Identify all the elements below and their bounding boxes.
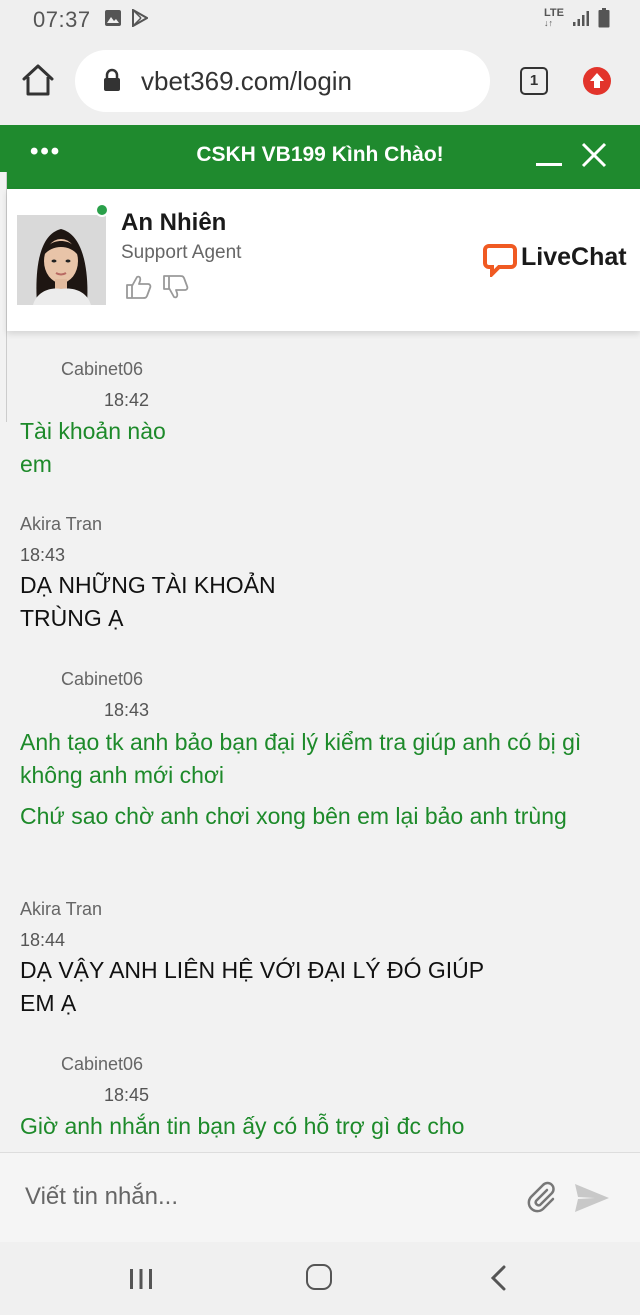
agent-card: An Nhiên Support Agent LiveChat	[7, 189, 640, 331]
message-author: Cabinet06	[61, 359, 144, 379]
message-text: Chứ sao chờ anh chơi xong bên em lại bảo…	[20, 803, 567, 829]
tab-switcher-button[interactable]: 1	[520, 67, 548, 95]
status-time: 07:37	[33, 7, 91, 32]
home-icon[interactable]	[20, 62, 56, 98]
message-time: 18:42	[104, 390, 150, 410]
message-author: Akira Tran	[20, 514, 103, 534]
close-icon[interactable]	[580, 141, 608, 169]
system-nav-bar	[0, 1242, 640, 1315]
image-icon	[105, 10, 121, 26]
livechat-brand: LiveChat	[521, 243, 627, 271]
url-text: vbet369.com/login	[141, 66, 353, 96]
paperclip-icon[interactable]	[525, 1181, 559, 1215]
arrow-up-icon	[590, 73, 604, 88]
agent-name: An Nhiên	[121, 209, 227, 236]
message-text: DẠ VẬY ANH LIÊN HỆ VỚI ĐẠI LÝ ĐÓ GIÚP EM…	[20, 957, 484, 1016]
nav-home-button[interactable]	[306, 1264, 332, 1290]
message-author: Akira Tran	[20, 899, 103, 919]
system-icons: LTE ↓↑	[544, 8, 610, 28]
play-store-icon	[132, 9, 148, 27]
update-button[interactable]	[583, 67, 611, 95]
message-input[interactable]: Viết tin nhắn...	[25, 1183, 178, 1211]
lock-icon	[104, 68, 120, 91]
status-bar: 07:37 LTE ↓↑	[0, 0, 640, 40]
agent-role: Support Agent	[121, 242, 242, 263]
message-composer: Viết tin nhắn...	[0, 1152, 640, 1242]
message-list[interactable]: Cabinet06 18:42 Tài khoản nào em Akira T…	[0, 331, 640, 1152]
agent-photo	[17, 215, 106, 305]
chat-header: ••• CSKH VB199 Kình Chào!	[0, 125, 640, 189]
browser-toolbar: vbet369.com/login 1	[0, 40, 640, 126]
minimize-button[interactable]	[536, 163, 562, 166]
thumbs-up-icon[interactable]	[125, 274, 153, 300]
message-text: Giờ anh nhắn tin bạn ấy có hỗ trợ gì đc …	[20, 1113, 465, 1139]
message-time: 18:43	[104, 700, 150, 720]
message-author: Cabinet06	[61, 669, 144, 689]
phone-screen: 07:37 LTE ↓↑ vbet369.com/login 1 ••• CSK…	[0, 0, 640, 1315]
back-icon[interactable]	[488, 1264, 510, 1292]
message-text: DẠ NHỮNG TÀI KHOẢN TRÙNG Ạ	[20, 572, 276, 631]
network-type: LTE ↓↑	[544, 7, 564, 29]
message-time: 18:45	[104, 1085, 150, 1105]
online-status-dot	[95, 203, 109, 217]
message-author: Cabinet06	[61, 1054, 144, 1074]
battery-icon	[598, 8, 610, 28]
message-text: Tài khoản nào em	[20, 418, 166, 477]
avatar	[17, 215, 106, 305]
message-text: Anh tạo tk anh bảo bạn đại lý kiểm tra g…	[20, 729, 582, 788]
recent-apps-icon[interactable]	[128, 1266, 154, 1292]
notification-icons	[104, 9, 148, 27]
thumbs-down-icon[interactable]	[162, 274, 190, 300]
send-icon[interactable]	[573, 1181, 611, 1215]
livechat-logo-icon	[483, 244, 517, 277]
address-bar[interactable]: vbet369.com/login	[75, 50, 490, 112]
signal-icon	[573, 11, 589, 26]
message-time: 18:44	[20, 930, 66, 950]
message-time: 18:43	[20, 545, 66, 565]
